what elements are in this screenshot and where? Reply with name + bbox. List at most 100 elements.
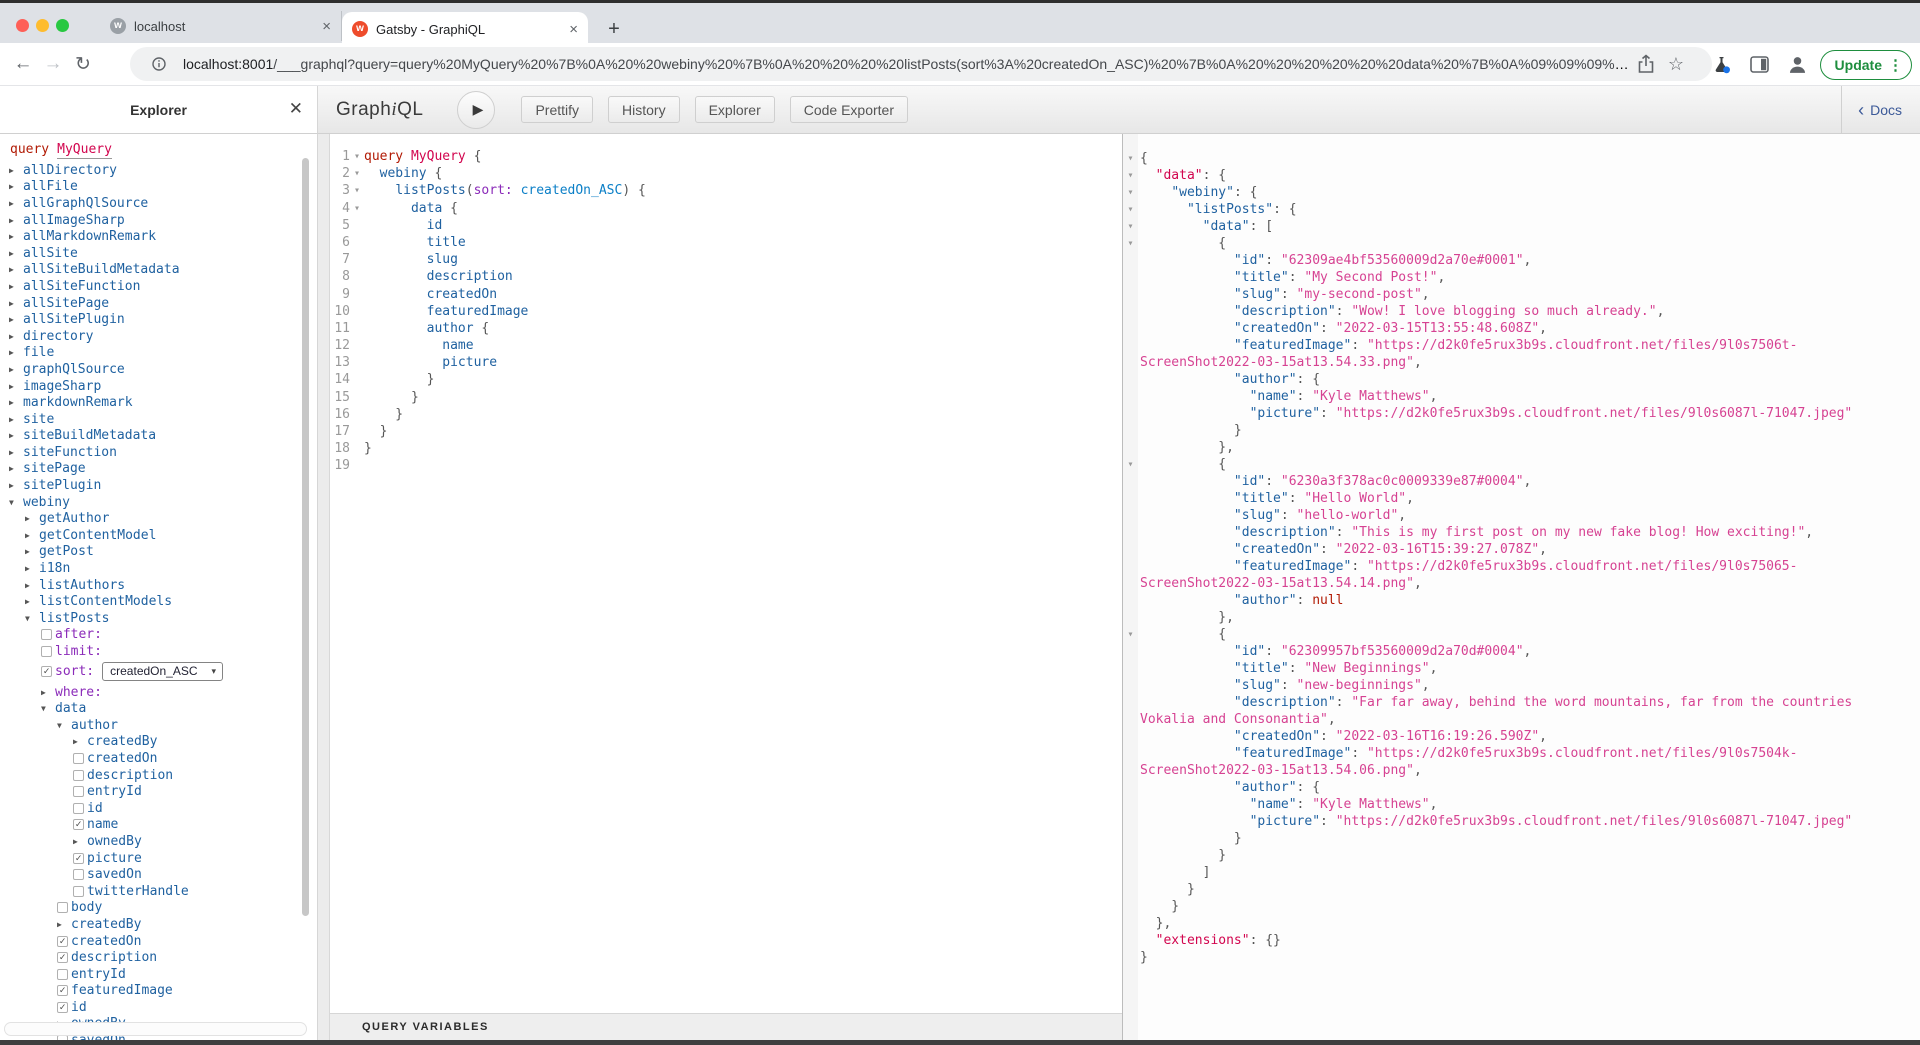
explorer-tree-row[interactable]: ▼listPosts [0, 610, 317, 627]
expand-arrow-icon[interactable]: ▶ [9, 365, 22, 374]
editor-line[interactable]: 8 description [330, 268, 1122, 285]
toolbar-button-explorer[interactable]: Explorer [695, 96, 775, 123]
explorer-tree-row[interactable]: ▶allSiteFunction [0, 278, 317, 295]
collapse-arrow-icon[interactable]: ▼ [25, 614, 38, 623]
fold-arrow-icon[interactable]: ▾ [350, 182, 364, 199]
editor-line[interactable]: 13 picture [330, 354, 1122, 371]
explorer-tree-row[interactable]: ▶graphQlSource [0, 361, 317, 378]
query-name-input[interactable]: MyQuery [57, 142, 112, 159]
editor-line[interactable]: 18} [330, 440, 1122, 457]
expand-arrow-icon[interactable]: ▶ [9, 382, 22, 391]
panel-resize-handle[interactable] [318, 134, 330, 1040]
explorer-tree-row[interactable]: ▶allDirectory [0, 162, 317, 179]
explorer-tree-row[interactable]: ▶i18n [0, 560, 317, 577]
zoom-window-button[interactable] [56, 19, 69, 32]
bookmark-star-icon[interactable]: ☆ [1661, 49, 1691, 79]
expand-arrow-icon[interactable]: ▶ [9, 232, 22, 241]
explorer-tree-row[interactable]: ✓picture [0, 850, 317, 867]
share-icon[interactable] [1631, 49, 1661, 79]
editor-line[interactable]: 15 } [330, 389, 1122, 406]
expand-arrow-icon[interactable]: ▶ [9, 332, 22, 341]
expand-arrow-icon[interactable]: ▶ [73, 837, 86, 846]
editor-line[interactable]: 7 slug [330, 251, 1122, 268]
explorer-tree-row[interactable]: ▶allFile [0, 179, 317, 196]
expand-arrow-icon[interactable]: ▶ [9, 282, 22, 291]
explorer-tree-row[interactable]: savedOn [0, 866, 317, 883]
explorer-tree-row[interactable]: ▶siteBuildMetadata [0, 428, 317, 445]
query-editor[interactable]: 1▾query MyQuery {2▾ webiny {3▾ listPosts… [330, 134, 1122, 1040]
explorer-tree-row[interactable]: ✓id [0, 999, 317, 1016]
query-variables-bar[interactable]: QUERY VARIABLES [330, 1013, 1122, 1040]
checked-checkbox[interactable]: ✓ [57, 985, 68, 996]
explorer-tree-row[interactable]: ▶site [0, 411, 317, 428]
checked-checkbox[interactable]: ✓ [57, 1002, 68, 1013]
explorer-tree-row[interactable]: ▶listContentModels [0, 593, 317, 610]
expand-arrow-icon[interactable]: ▶ [9, 481, 22, 490]
collapse-arrow-icon[interactable]: ▼ [57, 721, 70, 730]
explorer-tree-row[interactable]: ✓createdOn [0, 933, 317, 950]
reload-button[interactable]: ↻ [68, 49, 98, 79]
toolbar-button-prettify[interactable]: Prettify [521, 96, 593, 123]
checked-checkbox[interactable]: ✓ [73, 853, 84, 864]
unchecked-checkbox[interactable] [73, 886, 84, 897]
explorer-tree-row[interactable]: ▶sitePage [0, 461, 317, 478]
editor-line[interactable]: 11 author { [330, 320, 1122, 337]
toolbar-button-code-exporter[interactable]: Code Exporter [790, 96, 908, 123]
explorer-tree-row[interactable]: ▶createdBy [0, 916, 317, 933]
unchecked-checkbox[interactable] [73, 869, 84, 880]
explorer-tree-row[interactable]: ▶allSitePlugin [0, 311, 317, 328]
explorer-tree-row[interactable]: ▶getContentModel [0, 527, 317, 544]
back-button[interactable]: ← [8, 49, 38, 79]
checked-checkbox[interactable]: ✓ [57, 936, 68, 947]
expand-arrow-icon[interactable]: ▶ [9, 348, 22, 357]
explorer-tree-row[interactable]: ▶allSiteBuildMetadata [0, 262, 317, 279]
explorer-tree-row[interactable]: ▶allGraphQlSource [0, 195, 317, 212]
url-text[interactable]: localhost:8001/___graphql?query=query%20… [183, 56, 1631, 72]
explorer-tree-row[interactable]: ▶createdBy [0, 734, 317, 751]
editor-line[interactable]: 16 } [330, 406, 1122, 423]
fold-arrow-icon[interactable]: ▾ [1123, 235, 1138, 252]
explorer-tree-row[interactable]: ▶allSite [0, 245, 317, 262]
explorer-tree-row[interactable]: ▶directory [0, 328, 317, 345]
explorer-tree-row[interactable]: limit: [0, 643, 317, 660]
expand-arrow-icon[interactable]: ▶ [25, 564, 38, 573]
fold-arrow-icon[interactable]: ▾ [1123, 218, 1138, 235]
expand-arrow-icon[interactable]: ▶ [25, 581, 38, 590]
explorer-tree-row[interactable]: ✓sort:createdOn_ASC▾ [0, 660, 317, 684]
expand-arrow-icon[interactable]: ▶ [9, 315, 22, 324]
expand-arrow-icon[interactable]: ▶ [25, 597, 38, 606]
docs-toggle-button[interactable]: ‹ Docs [1841, 86, 1920, 133]
checked-checkbox[interactable]: ✓ [57, 952, 68, 963]
fold-arrow-icon[interactable]: ▾ [350, 200, 364, 217]
extension-flask-icon[interactable] [1706, 49, 1738, 81]
explorer-tree-row[interactable]: ▶ownedBy [0, 833, 317, 850]
explorer-tree-row[interactable]: entryId [0, 783, 317, 800]
new-tab-button[interactable]: + [600, 15, 628, 43]
side-panel-icon[interactable] [1744, 49, 1776, 81]
expand-arrow-icon[interactable]: ▶ [9, 249, 22, 258]
editor-line[interactable]: 9 createdOn [330, 286, 1122, 303]
explorer-tree-row[interactable]: ▶getPost [0, 544, 317, 561]
explorer-tree-row[interactable]: ▶siteFunction [0, 444, 317, 461]
editor-line[interactable]: 3▾ listPosts(sort: createdOn_ASC) { [330, 182, 1122, 199]
query-editor-lines[interactable]: 1▾query MyQuery {2▾ webiny {3▾ listPosts… [330, 134, 1122, 475]
explorer-tree-row[interactable]: id [0, 800, 317, 817]
close-icon[interactable]: × [322, 18, 331, 35]
editor-line[interactable]: 1▾query MyQuery { [330, 148, 1122, 165]
editor-line[interactable]: 10 featuredImage [330, 303, 1122, 320]
forward-button[interactable]: → [38, 49, 68, 79]
expand-arrow-icon[interactable]: ▶ [25, 514, 38, 523]
explorer-tree-row[interactable]: ▶getAuthor [0, 510, 317, 527]
tab-gatsby-graphiql[interactable]: w Gatsby - GraphiQL × [342, 12, 588, 46]
editor-line[interactable]: 5 id [330, 217, 1122, 234]
explorer-tree-row[interactable]: ▼data [0, 700, 317, 717]
explorer-horizontal-scrollbar[interactable] [4, 1022, 307, 1036]
expand-arrow-icon[interactable]: ▶ [9, 182, 22, 191]
editor-line[interactable]: 14 } [330, 371, 1122, 388]
toolbar-button-history[interactable]: History [608, 96, 680, 123]
unchecked-checkbox[interactable] [57, 902, 68, 913]
editor-line[interactable]: 2▾ webiny { [330, 165, 1122, 182]
explorer-tree-row[interactable]: entryId [0, 966, 317, 983]
explorer-vertical-scrollbar[interactable] [302, 158, 309, 916]
explorer-tree-row[interactable]: ▼author [0, 717, 317, 734]
